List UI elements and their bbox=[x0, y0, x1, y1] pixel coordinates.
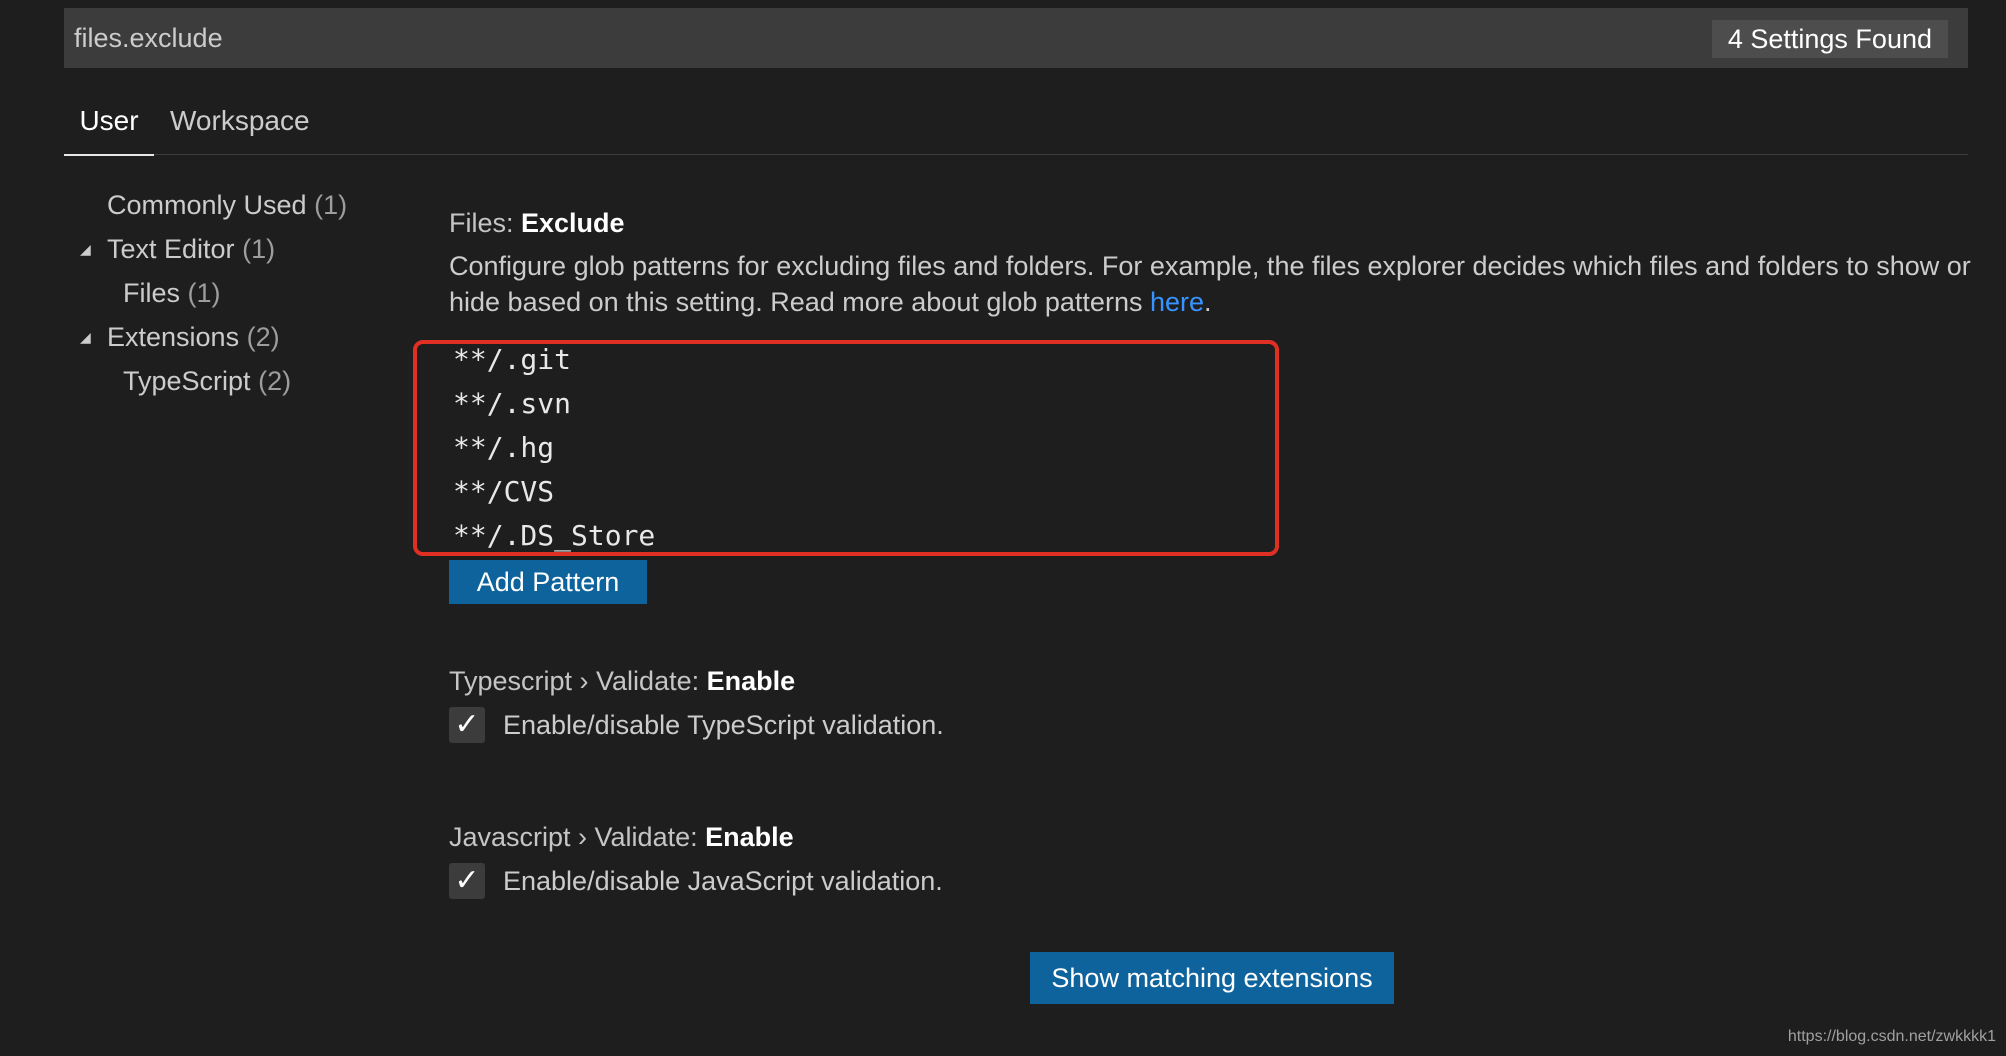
toc-item-label: Text Editor bbox=[107, 234, 235, 264]
toc-item-label: Extensions bbox=[107, 322, 240, 352]
toc-item-commonly-used[interactable]: Commonly Used (1) bbox=[107, 187, 347, 223]
toc-item-count: (1) bbox=[187, 278, 221, 308]
javascript-validate-checkbox[interactable]: ✓ bbox=[449, 863, 485, 899]
show-matching-extensions-button[interactable]: Show matching extensions bbox=[1030, 952, 1394, 1004]
toc-item-count: (2) bbox=[246, 322, 280, 352]
settings-search-bar: 4 Settings Found bbox=[64, 8, 1968, 68]
javascript-validate-label: Enable/disable JavaScript validation. bbox=[503, 866, 943, 896]
setting-name: Enable bbox=[705, 822, 794, 852]
checkmark-icon: ✓ bbox=[454, 864, 480, 897]
typescript-validate-label: Enable/disable TypeScript validation. bbox=[503, 710, 944, 740]
typescript-validate-checkbox[interactable]: ✓ bbox=[449, 707, 485, 743]
javascript-validate-title: Javascript › Validate: Enable bbox=[449, 822, 794, 853]
description-end: . bbox=[1204, 287, 1212, 317]
exclude-pattern-item[interactable]: **/CVS bbox=[453, 470, 554, 514]
settings-scope-tabs: User Workspace bbox=[64, 100, 1968, 156]
exclude-pattern-item[interactable]: **/.git bbox=[453, 338, 571, 382]
toc-item-files[interactable]: Files (1) bbox=[123, 275, 221, 311]
setting-name: Exclude bbox=[521, 208, 625, 238]
exclude-pattern-item[interactable]: **/.hg bbox=[453, 426, 554, 470]
watermark: https://blog.csdn.net/zwkkkk1 bbox=[1787, 1028, 1996, 1045]
files-exclude-description: Configure glob patterns for excluding fi… bbox=[449, 248, 1979, 320]
settings-found-badge: 4 Settings Found bbox=[1711, 20, 1948, 58]
add-pattern-button[interactable]: Add Pattern bbox=[449, 560, 647, 604]
toc-item-text-editor[interactable]: Text Editor (1) bbox=[107, 231, 275, 267]
files-exclude-title: Files: Exclude bbox=[449, 208, 625, 239]
toc-item-extensions[interactable]: Extensions (2) bbox=[107, 319, 280, 355]
glob-patterns-link[interactable]: here bbox=[1150, 287, 1204, 317]
expand-arrow-icon[interactable]: ◢ bbox=[80, 319, 91, 355]
checkmark-icon: ✓ bbox=[454, 708, 480, 741]
tab-workspace[interactable]: Workspace bbox=[170, 100, 310, 154]
exclude-pattern-item[interactable]: **/.svn bbox=[453, 382, 571, 426]
expand-arrow-icon[interactable]: ◢ bbox=[80, 231, 91, 267]
toc-item-label: TypeScript bbox=[123, 366, 251, 396]
toc-item-count: (1) bbox=[314, 190, 348, 220]
setting-category: Javascript › Validate: bbox=[449, 822, 706, 852]
setting-category: Files: bbox=[449, 208, 522, 238]
toc-item-label: Files bbox=[123, 278, 181, 308]
toc-item-count: (1) bbox=[242, 234, 276, 264]
settings-search-input[interactable] bbox=[74, 8, 1474, 68]
toc-item-label: Commonly Used bbox=[107, 190, 307, 220]
setting-name: Enable bbox=[706, 666, 796, 696]
typescript-validate-title: Typescript › Validate: Enable bbox=[449, 666, 795, 697]
toc-item-count: (2) bbox=[258, 366, 292, 396]
toc-item-typescript[interactable]: TypeScript (2) bbox=[123, 363, 291, 399]
setting-category: Typescript › Validate: bbox=[449, 666, 707, 696]
tab-user[interactable]: User bbox=[64, 100, 154, 156]
exclude-pattern-item[interactable]: **/.DS_Store bbox=[453, 514, 655, 558]
